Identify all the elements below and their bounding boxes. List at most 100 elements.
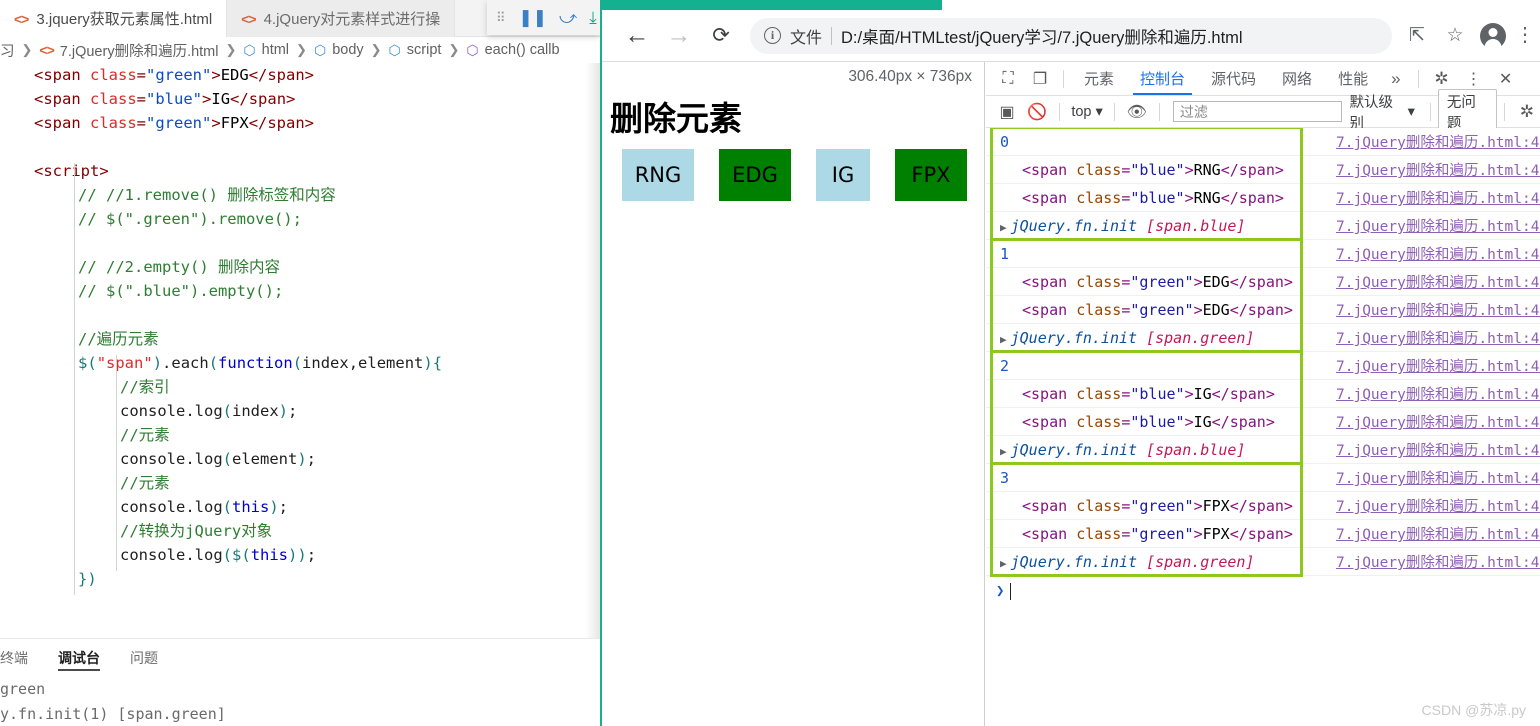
console-log-row[interactable]: <span class="blue">IG</span> 7.jQuery删除和遍… (986, 408, 1540, 436)
console-source-link[interactable]: 7.jQuery删除和遍历.html:40 (1320, 243, 1540, 264)
console-log-message: <span class="blue">RNG</span> (986, 161, 1320, 179)
console-log-row[interactable]: 2 7.jQuery删除和遍历.html:40 (986, 352, 1540, 380)
share-icon[interactable]: ⇱ (1398, 24, 1436, 47)
inspect-element-icon[interactable]: ⛶ (992, 64, 1024, 94)
console-log-row[interactable]: ▶ jQuery.fn.init [span.blue] 7.jQuery删除和遍历… (986, 436, 1540, 464)
code-editor[interactable]: <span class="green">EDG</span> <span clas… (0, 63, 600, 638)
console-log-row[interactable]: ▶ jQuery.fn.init [span.green] 7.jQuery删除和遍… (986, 548, 1540, 576)
address-bar[interactable]: i 文件 D:/桌面/HTMLtest/jQuery学习/7.jQuery删除和… (750, 17, 1392, 54)
console-log-row[interactable]: <span class="green">EDG</span> 7.jQuery删除… (986, 296, 1540, 324)
divider (1059, 102, 1061, 121)
console-log-row[interactable]: 1 7.jQuery删除和遍历.html:40 (986, 240, 1540, 268)
console-source-link[interactable]: 7.jQuery删除和遍历.html:46 (1320, 439, 1540, 460)
expand-arrow-icon[interactable]: ▶ (1000, 445, 1007, 458)
live-expression-icon[interactable]: 👁 (1122, 97, 1152, 127)
device-toolbar-icon[interactable]: ❐ (1024, 64, 1056, 94)
console-log-row[interactable]: <span class="green">FPX</span> 7.jQuery删除… (986, 492, 1540, 520)
chevron-right-icon: ❯ (448, 42, 460, 57)
clear-console-icon[interactable]: 🚫 (1022, 97, 1052, 127)
breadcrumb-item-3[interactable]: body (332, 42, 363, 58)
console-log-row[interactable]: <span class="blue">IG</span> 7.jQuery删除和遍… (986, 380, 1540, 408)
tab-sources[interactable]: 源代码 (1198, 62, 1269, 95)
console-log-row[interactable]: 3 7.jQuery删除和遍历.html:40 (986, 464, 1540, 492)
console-filter-input[interactable]: 过滤 (1172, 101, 1342, 122)
html-attr-name: class (1076, 496, 1122, 515)
html-tag-open: <span (1022, 272, 1077, 291)
active-tab-fill[interactable] (602, 0, 942, 10)
reload-button[interactable]: ⟳ (700, 15, 742, 57)
step-over-icon[interactable]: ⤻ (559, 8, 577, 28)
console-source-link[interactable]: 7.jQuery删除和遍历.html:46 (1320, 215, 1540, 236)
console-source-link[interactable]: 7.jQuery删除和遍历.html:44 (1320, 523, 1540, 544)
back-button[interactable]: ← (616, 15, 658, 57)
star-icon[interactable]: ☆ (1436, 24, 1474, 47)
tab-performance[interactable]: 性能 (1325, 62, 1381, 95)
execution-context-select[interactable]: top ▾ (1067, 104, 1106, 120)
console-source-link[interactable]: 7.jQuery删除和遍历.html:42 (1320, 271, 1540, 292)
kebab-menu-icon[interactable]: ⋮ (1512, 25, 1538, 45)
code-token: ( (292, 354, 303, 372)
console-source-link[interactable]: 7.jQuery删除和遍历.html:40 (1320, 467, 1540, 488)
console-log-row[interactable]: <span class="green">EDG</span> 7.jQuery删除… (986, 268, 1540, 296)
editor-tab-1[interactable]: <> 4.jQuery对元素样式进行操 (227, 0, 456, 37)
console-log-area[interactable]: 0 7.jQuery删除和遍历.html:40 <span class="blue"… (986, 128, 1540, 726)
console-source-link[interactable]: 7.jQuery删除和遍历.html:44 (1320, 411, 1540, 432)
console-log-message: <span class="blue">IG</span> (986, 413, 1320, 431)
console-settings-gear-icon[interactable]: ✲ (1512, 97, 1540, 127)
code-token: </span> (230, 90, 296, 108)
html-attr-name: class (1076, 412, 1122, 431)
editor-tab-0[interactable]: <> 3.jquery获取元素属性.html (0, 0, 228, 37)
console-source-link[interactable]: 7.jQuery删除和遍历.html:42 (1320, 383, 1540, 404)
panel-tab-problems[interactable]: 问题 (130, 639, 158, 677)
breadcrumb-item-4[interactable]: script (407, 42, 442, 58)
panel-tab-debug-console[interactable]: 调试台 (58, 639, 100, 677)
site-info-icon[interactable]: i (764, 27, 781, 44)
grip-handle-icon[interactable]: ⠿ (496, 11, 507, 24)
console-log-row[interactable]: 0 7.jQuery删除和遍历.html:40 (986, 128, 1540, 156)
console-log-row[interactable]: ▶ jQuery.fn.init [span.blue] 7.jQuery删除和遍历… (986, 212, 1540, 240)
pause-icon[interactable]: ❚❚ (519, 8, 548, 28)
html-tag-open: <span (1022, 160, 1077, 179)
html-attr-value: "blue" (1130, 384, 1185, 403)
breadcrumb-item-5[interactable]: each() callb (485, 42, 560, 58)
expand-arrow-icon[interactable]: ▶ (1000, 221, 1007, 234)
console-log-row[interactable]: <span class="green">FPX</span> 7.jQuery删除… (986, 520, 1540, 548)
omnibox-divider (831, 26, 833, 45)
console-log-message: <span class="green">EDG</span> (986, 301, 1320, 319)
log-level-select[interactable]: 默认级别 ▾ (1342, 91, 1423, 133)
forward-button[interactable]: → (658, 15, 700, 57)
console-source-link[interactable]: 7.jQuery删除和遍历.html:40 (1320, 355, 1540, 376)
console-prompt[interactable]: ❯ (986, 576, 1540, 606)
console-log-row[interactable]: <span class="blue">RNG</span> 7.jQuery删除和… (986, 184, 1540, 212)
breadcrumb-item-1[interactable]: 7.jQuery删除和遍历.html (60, 40, 219, 61)
code-token: function (218, 354, 293, 372)
console-source-link[interactable]: 7.jQuery删除和遍历.html:42 (1320, 159, 1540, 180)
expand-arrow-icon[interactable]: ▶ (1000, 333, 1007, 346)
console-log-row[interactable]: <span class="blue">RNG</span> 7.jQuery删除和… (986, 156, 1540, 184)
reload-icon: ⟳ (712, 24, 730, 47)
console-source-link[interactable]: 7.jQuery删除和遍历.html:44 (1320, 187, 1540, 208)
console-log-row[interactable]: ▶ jQuery.fn.init [span.green] 7.jQuery删除和遍… (986, 324, 1540, 352)
code-token: //转换为jQuery对象 (120, 522, 273, 540)
html-file-icon: <> (39, 42, 54, 58)
console-source-link[interactable]: 7.jQuery删除和遍历.html:44 (1320, 299, 1540, 320)
expand-arrow-icon[interactable]: ▶ (1000, 557, 1007, 570)
code-token: <script> (34, 162, 109, 180)
profile-avatar[interactable] (1480, 22, 1506, 49)
more-tabs-icon[interactable]: » (1381, 69, 1410, 89)
console-source-link[interactable]: 7.jQuery删除和遍历.html:40 (1320, 131, 1540, 152)
debug-floating-toolbar[interactable]: ⠿ ❚❚ ⤻ ⤓ (487, 0, 600, 35)
console-sidebar-icon[interactable]: ▣ (992, 97, 1022, 127)
tab-elements[interactable]: 元素 (1071, 62, 1127, 95)
log-object-selector: [span.blue] (1146, 440, 1246, 459)
breadcrumb-item-2[interactable]: html (262, 42, 289, 58)
code-line: //索引 (120, 375, 170, 399)
breadcrumb-item-0[interactable]: 习 (0, 40, 15, 61)
tab-console[interactable]: 控制台 (1127, 62, 1198, 95)
step-into-icon[interactable]: ⤓ (589, 8, 597, 28)
console-source-link[interactable]: 7.jQuery删除和遍历.html:46 (1320, 327, 1540, 348)
tab-network[interactable]: 网络 (1269, 62, 1325, 95)
console-source-link[interactable]: 7.jQuery删除和遍历.html:42 (1320, 495, 1540, 516)
panel-tab-terminal[interactable]: 终端 (0, 639, 28, 677)
console-source-link[interactable]: 7.jQuery删除和遍历.html:46 (1320, 551, 1540, 572)
